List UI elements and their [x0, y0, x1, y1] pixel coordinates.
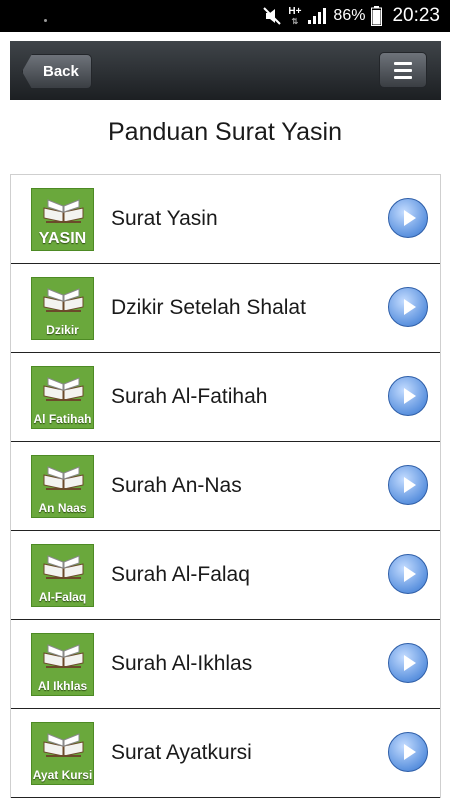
list-item-label: Surah Al-Fatihah: [111, 384, 268, 408]
notification-dot: [44, 19, 47, 22]
clock: 20:23: [392, 5, 440, 26]
thumbnail-label: Al Ikhlas: [37, 679, 88, 693]
status-bar: H+ ⇅ 86% 20:23: [0, 0, 450, 32]
quran-book-icon: [43, 733, 84, 757]
hamburger-menu-icon-line: [394, 68, 412, 72]
menu-button[interactable]: [379, 52, 427, 88]
list-item-label: Surah Al-Ikhlas: [111, 651, 253, 675]
quran-thumbnail: Al Ikhlas: [31, 633, 94, 696]
quran-book-icon: [43, 288, 84, 312]
list-item-al-falaq[interactable]: Al-Falaq Surah Al-Falaq: [11, 531, 440, 620]
thumbnail-label: An Naas: [38, 501, 87, 515]
app-header: Back: [10, 41, 441, 100]
network-type-indicator: H+ ⇅: [288, 5, 302, 26]
signal-icon: [307, 7, 327, 25]
quran-book-icon: [43, 199, 84, 223]
list-item-label: Surah Al-Falaq: [111, 562, 250, 586]
battery-icon: [371, 6, 383, 26]
quran-book-icon: [43, 555, 84, 579]
thumbnail-label: Al-Falaq: [38, 590, 87, 604]
play-button[interactable]: [388, 376, 428, 416]
back-button-label: Back: [43, 63, 79, 80]
list-item-dzikir[interactable]: Dzikir Dzikir Setelah Shalat: [11, 264, 440, 353]
play-button[interactable]: [388, 554, 428, 594]
list-item-label: Dzikir Setelah Shalat: [111, 295, 306, 319]
list-item-al-fatihah[interactable]: Al Fatihah Surah Al-Fatihah: [11, 353, 440, 442]
thumbnail-label: Dzikir: [46, 323, 79, 337]
network-type-label: H+: [288, 5, 302, 17]
battery-percent: 86%: [333, 7, 366, 24]
page-title: Panduan Surat Yasin: [108, 118, 342, 146]
back-button[interactable]: Back: [22, 54, 92, 89]
list-item-al-ikhlas[interactable]: Al Ikhlas Surah Al-Ikhlas: [11, 620, 440, 709]
quran-thumbnail: Al-Falaq: [31, 544, 94, 607]
play-button[interactable]: [388, 198, 428, 238]
surah-list: YASIN Surat Yasin Dzikir Dzikir Setelah …: [10, 174, 441, 798]
quran-thumbnail: Dzikir: [31, 277, 94, 340]
quran-thumbnail: Al Fatihah: [31, 366, 94, 429]
quran-thumbnail: An Naas: [31, 455, 94, 518]
quran-book-icon: [43, 466, 84, 490]
thumbnail-label: Ayat Kursi: [32, 768, 93, 782]
list-item-surat-yasin[interactable]: YASIN Surat Yasin: [11, 175, 440, 264]
play-button[interactable]: [388, 465, 428, 505]
list-item-an-nas[interactable]: An Naas Surah An-Nas: [11, 442, 440, 531]
play-button[interactable]: [388, 643, 428, 683]
quran-thumbnail: Ayat Kursi: [31, 722, 94, 785]
play-button[interactable]: [388, 287, 428, 327]
list-item-label: Surah An-Nas: [111, 473, 242, 497]
list-item-label: Surat Yasin: [111, 206, 218, 230]
data-arrows-icon: ⇅: [291, 16, 299, 26]
mute-icon: [262, 6, 282, 26]
thumbnail-label: Al Fatihah: [33, 412, 92, 426]
list-item-label: Surat Ayatkursi: [111, 740, 252, 764]
hamburger-menu-icon-line: [394, 75, 412, 79]
quran-book-icon: [43, 377, 84, 401]
play-button[interactable]: [388, 732, 428, 772]
quran-thumbnail: YASIN: [31, 188, 94, 251]
quran-book-icon: [43, 644, 84, 668]
status-icons: H+ ⇅ 86% 20:23: [262, 0, 440, 32]
hamburger-menu-icon: [394, 61, 412, 65]
list-item-ayatkursi[interactable]: Ayat Kursi Surat Ayatkursi: [11, 709, 440, 798]
thumbnail-label: YASIN: [38, 230, 87, 247]
